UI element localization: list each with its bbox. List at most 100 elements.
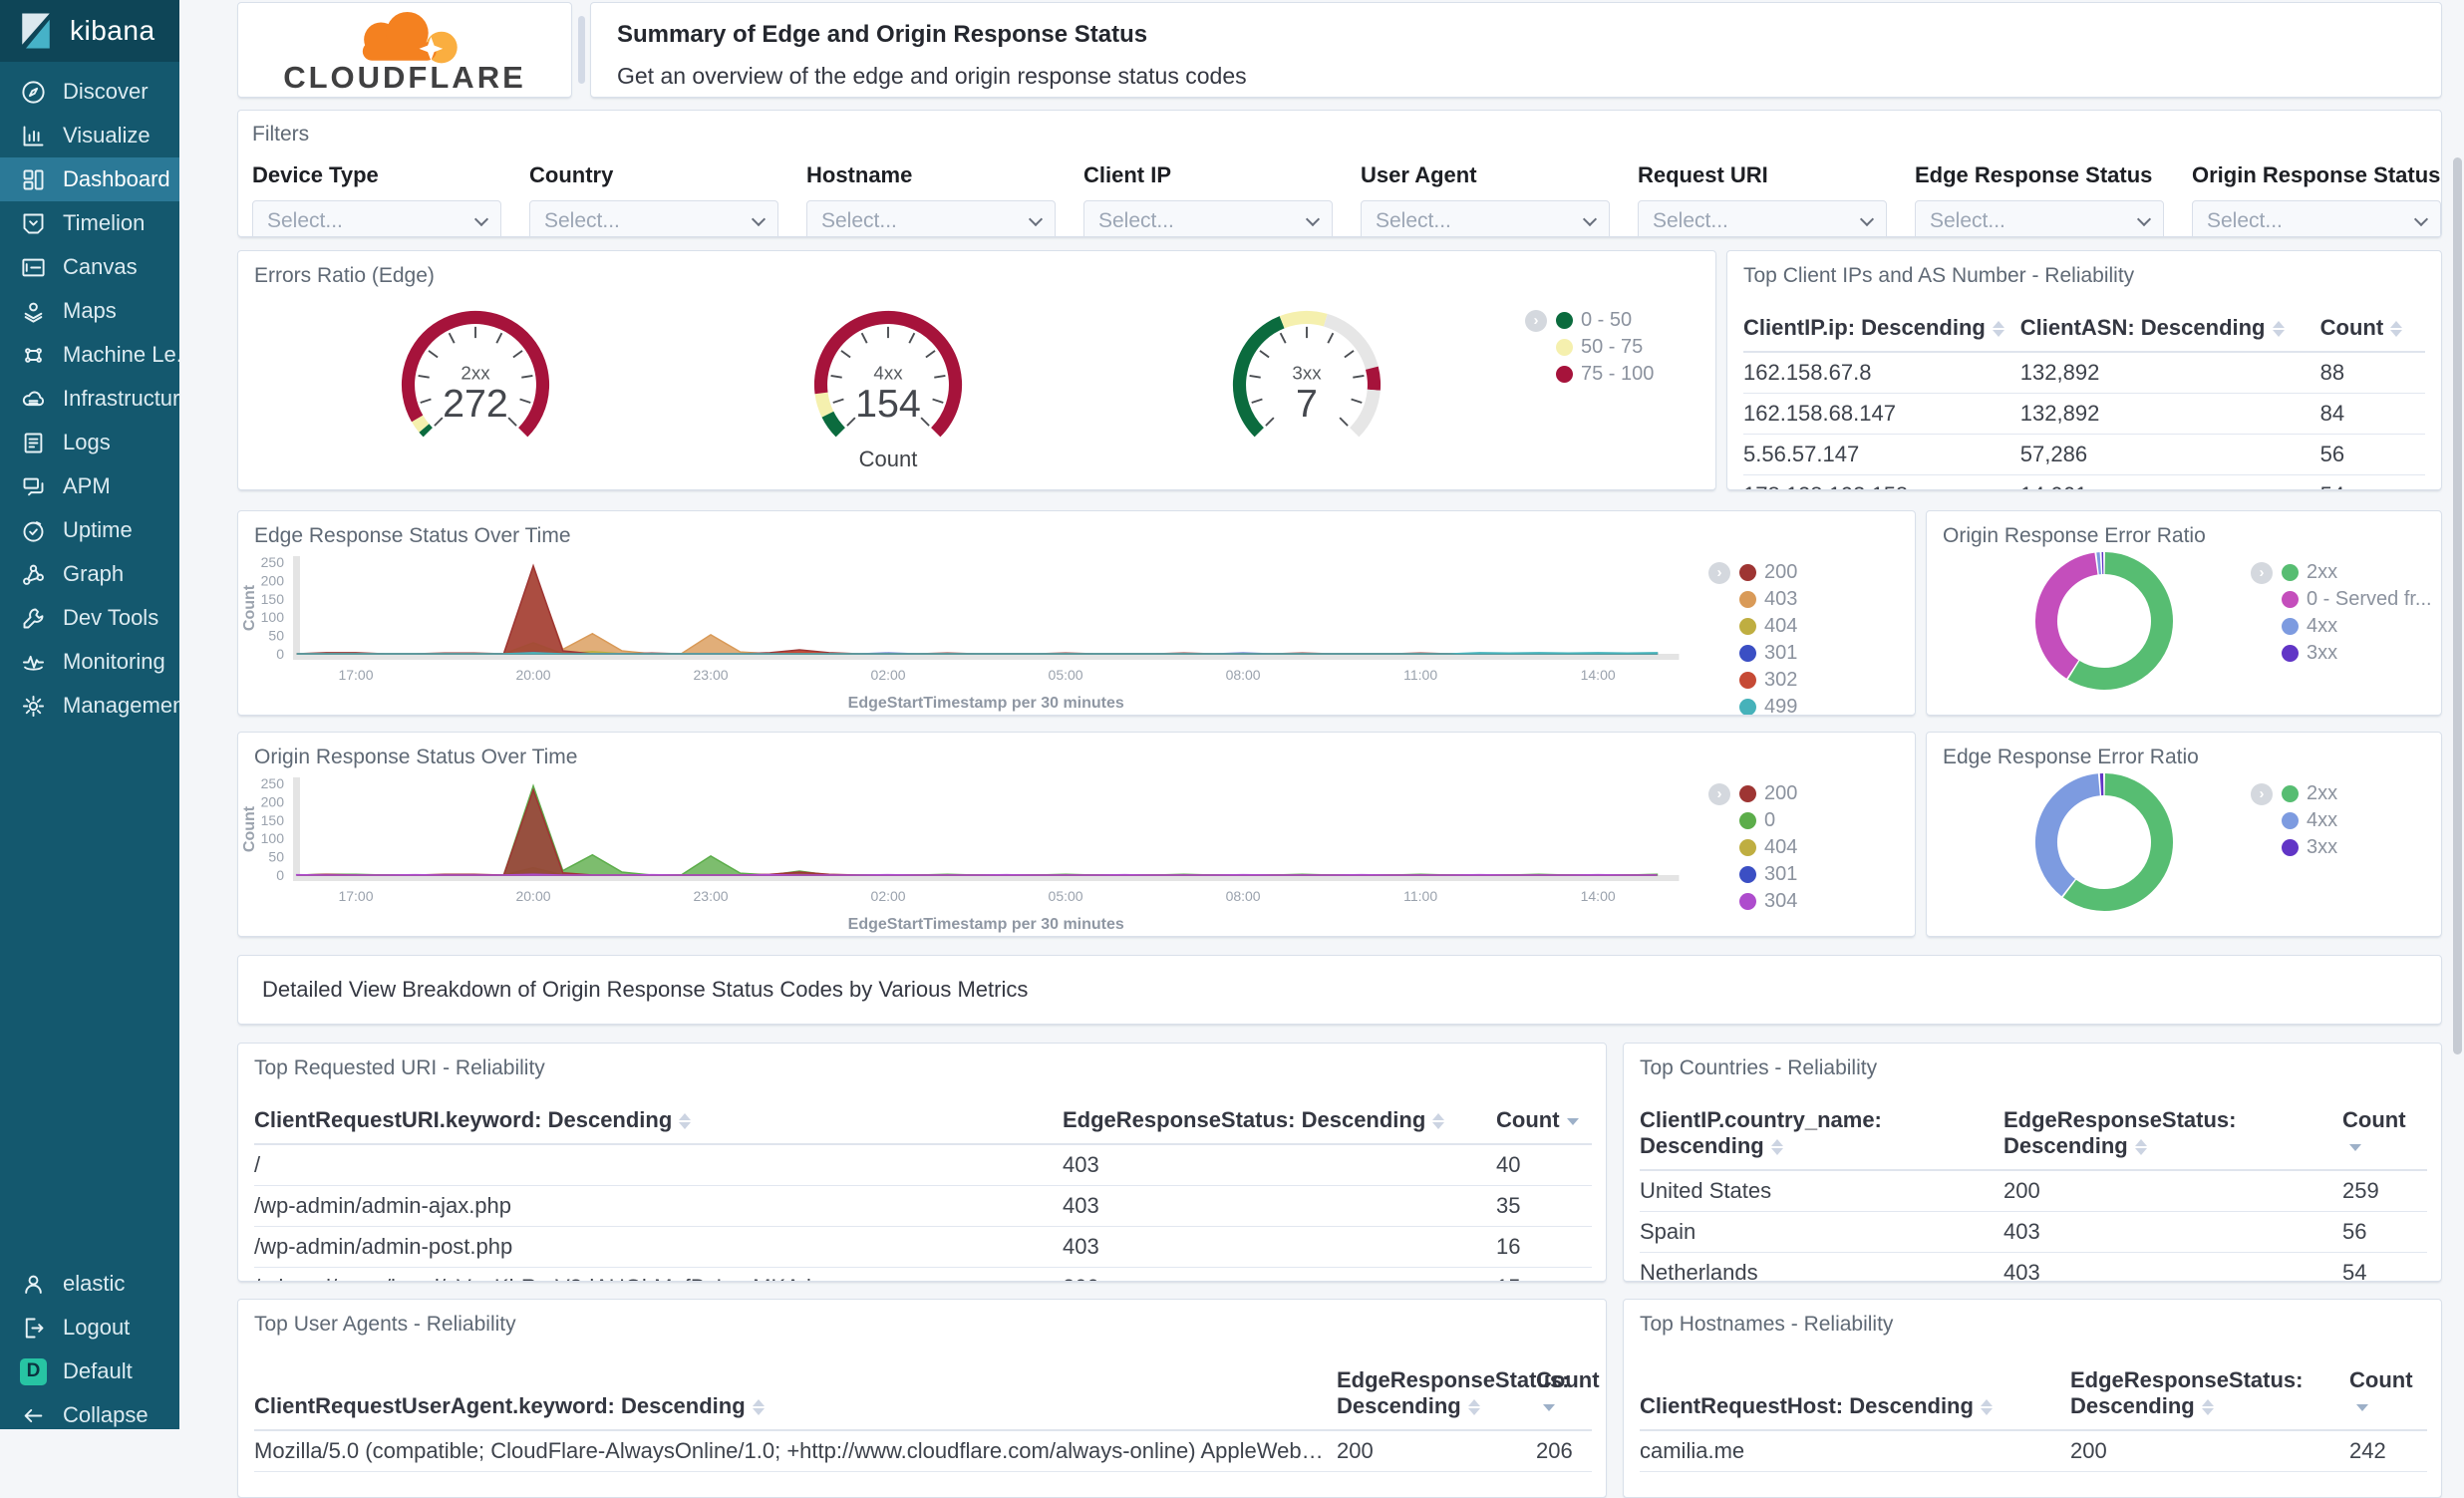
sidebar-item-maps[interactable]: Maps [0,289,179,333]
legend-item-2xx[interactable]: › 2xx [2251,780,2337,807]
sidebar-item-dashboard[interactable]: Dashboard [0,157,179,201]
gauge-2xx[interactable]: 2xx 272 [376,295,575,445]
filter-select-device-type[interactable]: Select... [252,200,501,236]
table-cell[interactable]: 16 [1496,1226,1592,1268]
legend-item-304[interactable]: 304 [1739,888,1797,915]
filter-select-origin-response-status[interactable]: Select... [2192,200,2441,236]
legend-item-3xx[interactable]: 3xx [2282,834,2337,861]
column-header-count[interactable]: Count [2342,1101,2427,1171]
table-cell[interactable]: 206 [1536,1430,1592,1472]
legend-expand-icon[interactable]: › [2251,782,2273,805]
table-cell[interactable]: 162.158.68.147 [1743,393,2020,435]
column-header-count[interactable]: Count [2319,309,2425,353]
sidebar-item-apm[interactable]: APM [0,464,179,508]
table-cell[interactable]: 40 [1496,1144,1592,1186]
table-cell[interactable]: 403 [2003,1211,2342,1253]
column-header-count[interactable]: Count [1496,1101,1592,1145]
column-header-clientrequesturi-keyword-descending[interactable]: ClientRequestURI.keyword: Descending [254,1101,1063,1145]
column-header-edgeresponsestatus-descending[interactable]: EdgeResponseStatus: Descending [2070,1361,2349,1431]
sidebar-item-logout[interactable]: Logout [0,1306,179,1349]
column-header-edgeresponsestatus-descending[interactable]: EdgeResponseStatus: Descending [1063,1101,1496,1145]
sidebar-item-graph[interactable]: Graph [0,552,179,596]
legend-expand-icon[interactable]: › [1708,782,1730,805]
sidebar-item-machine-le[interactable]: Machine Le... [0,333,179,377]
sidebar-item-timelion[interactable]: Timelion [0,201,179,245]
column-header-clientrequesthost-descending[interactable]: ClientRequestHost: Descending [1640,1361,2070,1431]
legend-item-3xx[interactable]: 3xx [2282,640,2432,667]
table-cell[interactable]: 14,061 [2019,474,2320,489]
table-cell[interactable]: 259 [2342,1170,2427,1212]
table-cell[interactable]: / [254,1144,1063,1186]
table-cell[interactable]: 132,892 [2019,352,2320,394]
sidebar-item-logs[interactable]: Logs [0,421,179,464]
column-header-count[interactable]: Count [1536,1361,1600,1431]
table-cell[interactable]: 56 [2342,1211,2427,1253]
filter-select-client-ip[interactable]: Select... [1083,200,1333,236]
filter-select-edge-response-status[interactable]: Select... [1915,200,2164,236]
column-header-clientrequestuseragent-keyword-descending[interactable]: ClientRequestUserAgent.keyword: Descendi… [254,1361,1337,1431]
legend-expand-icon[interactable]: › [1708,561,1730,584]
legend-item-4xx[interactable]: 4xx [2282,807,2337,834]
legend-item-200[interactable]: › 200 [1708,780,1797,807]
legend-item-404[interactable]: 404 [1739,834,1797,861]
sidebar-item-uptime[interactable]: Uptime [0,508,179,552]
panel-drag-handle[interactable] [578,16,585,84]
table-cell[interactable]: Mozilla/5.0 (compatible; CloudFlare-Alwa… [254,1430,1337,1472]
table-cell[interactable]: 35 [1496,1185,1592,1227]
sidebar-item-dev-tools[interactable]: Dev Tools [0,596,179,640]
edge-response-area-chart[interactable]: 0 50 100 150 200 250 17:00 20:00 23:00 02:00 05:00… [238,511,1916,716]
legend-item-200[interactable]: › 200 [1708,559,1797,586]
table-cell[interactable]: 403 [2003,1252,2342,1281]
sidebar-item-visualize[interactable]: Visualize [0,114,179,157]
legend-item-499[interactable]: 499 [1739,694,1797,715]
column-header-clientasn-descending[interactable]: ClientASN: Descending [2019,309,2320,353]
table-cell[interactable]: 200 [1337,1430,1536,1472]
legend-item-301[interactable]: 301 [1739,640,1797,667]
filter-select-request-uri[interactable]: Select... [1638,200,1887,236]
sidebar-item-management[interactable]: Management [0,684,179,728]
legend-item-302[interactable]: 302 [1739,667,1797,694]
legend-item-403[interactable]: 403 [1739,586,1797,613]
legend-item-75-100[interactable]: 75 - 100 [1556,361,1654,388]
origin-response-area-chart[interactable]: 0 50 100 150 200 250 17:00 20:00 23:00 02:00 05:00… [238,733,1916,937]
sidebar-item-default[interactable]: D Default [0,1349,179,1393]
table-cell[interactable]: 5.56.57.147 [1743,434,2020,475]
sidebar-item-elastic[interactable]: elastic [0,1262,179,1306]
sidebar-item-monitoring[interactable]: Monitoring [0,640,179,684]
table-cell[interactable]: 242 [2349,1430,2427,1472]
sidebar-item-discover[interactable]: Discover [0,70,179,114]
legend-expand-icon[interactable]: › [1525,309,1547,332]
table-cell[interactable]: 84 [2319,393,2425,435]
sidebar-item-collapse[interactable]: Collapse [0,1393,179,1437]
legend-item-404[interactable]: 404 [1739,613,1797,640]
table-cell[interactable]: 132,892 [2019,393,2320,435]
table-cell[interactable]: 88 [2319,352,2425,394]
table-cell[interactable]: 200 [2070,1430,2349,1472]
legend-item-50-75[interactable]: 50 - 75 [1556,334,1654,361]
table-cell[interactable]: 57,286 [2019,434,2320,475]
table-cell[interactable]: /wp-admin/admin-post.php [254,1226,1063,1268]
table-cell[interactable]: /wp-admin/admin-ajax.php [254,1185,1063,1227]
gauge-4xx[interactable]: 4xx 154 [788,295,988,445]
column-header-clientip-country-name-descending[interactable]: ClientIP.country_name: Descending [1640,1101,2003,1171]
table-cell[interactable]: 162.158.67.8 [1743,352,2020,394]
legend-item-0-50[interactable]: › 0 - 50 [1525,307,1654,334]
table-cell[interactable]: 15 [1496,1267,1592,1281]
legend-item-2xx[interactable]: › 2xx [2251,559,2432,586]
legend-item-0-served-fr[interactable]: 0 - Served fr... [2282,586,2432,613]
table-cell[interactable]: 56 [2319,434,2425,475]
page-scrollbar[interactable] [2453,157,2462,1054]
column-header-count[interactable]: Count [2349,1361,2427,1431]
table-cell[interactable]: camilia.me [1640,1430,2070,1472]
filter-select-country[interactable]: Select... [529,200,778,236]
filter-select-user-agent[interactable]: Select... [1361,200,1610,236]
table-cell[interactable]: 403 [1063,1144,1496,1186]
kibana-logo[interactable]: kibana [0,0,179,62]
legend-item-0[interactable]: 0 [1739,807,1797,834]
table-cell[interactable]: /cdn-cgi/apps/head/xVgyKhR-vV3dAUGhMqfBc… [254,1267,1063,1281]
filter-select-hostname[interactable]: Select... [806,200,1056,236]
table-cell[interactable]: 403 [1063,1185,1496,1227]
table-cell[interactable]: 403 [1063,1226,1496,1268]
column-header-edgeresponsestatus-descending[interactable]: EdgeResponseStatus: Descending [2003,1101,2342,1171]
column-header-edgeresponsestatus-descending[interactable]: EdgeResponseStatus: Descending [1337,1361,1570,1431]
